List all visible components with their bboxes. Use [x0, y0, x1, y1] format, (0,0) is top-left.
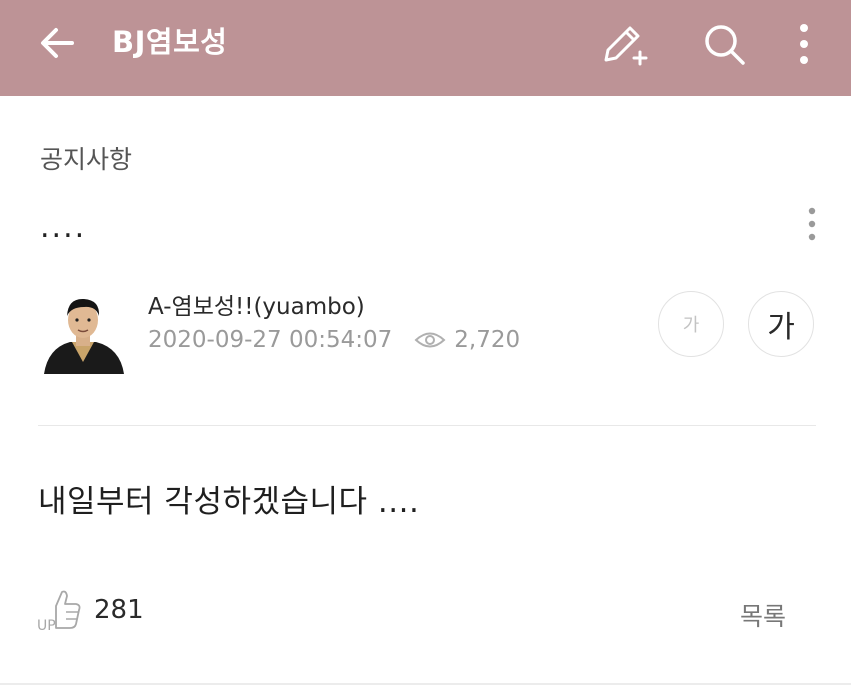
- post-body: 내일부터 각성하겠습니다 ....: [38, 484, 420, 520]
- avatar[interactable]: [40, 290, 126, 376]
- more-vertical-icon[interactable]: [780, 20, 828, 68]
- font-size-large-button[interactable]: 가: [748, 291, 814, 357]
- post-title: ....: [40, 210, 87, 245]
- like-button[interactable]: UP 281: [36, 588, 144, 632]
- svg-text:UP: UP: [37, 618, 56, 632]
- divider: [38, 425, 816, 426]
- board-name[interactable]: 공지사항: [40, 140, 132, 176]
- like-count: 281: [94, 595, 144, 625]
- page-title: BJ염보성: [112, 25, 228, 59]
- list-button[interactable]: 목록: [740, 597, 786, 633]
- view-count: 2,720: [454, 327, 521, 353]
- search-icon[interactable]: [700, 20, 748, 68]
- eye-icon: [414, 332, 446, 348]
- post-meta: 2020-09-27 00:54:07 2,720: [148, 327, 520, 353]
- font-size-small-button[interactable]: 가: [658, 291, 724, 357]
- author-name[interactable]: A-염보성!!(yuambo): [148, 287, 365, 321]
- post-more-icon[interactable]: [798, 204, 826, 244]
- thumbs-up-icon: UP: [37, 590, 81, 632]
- back-arrow-icon[interactable]: [36, 22, 78, 64]
- write-post-icon[interactable]: [600, 20, 648, 68]
- post-date: 2020-09-27 00:54:07: [148, 327, 393, 353]
- app-header: BJ염보성: [0, 0, 851, 96]
